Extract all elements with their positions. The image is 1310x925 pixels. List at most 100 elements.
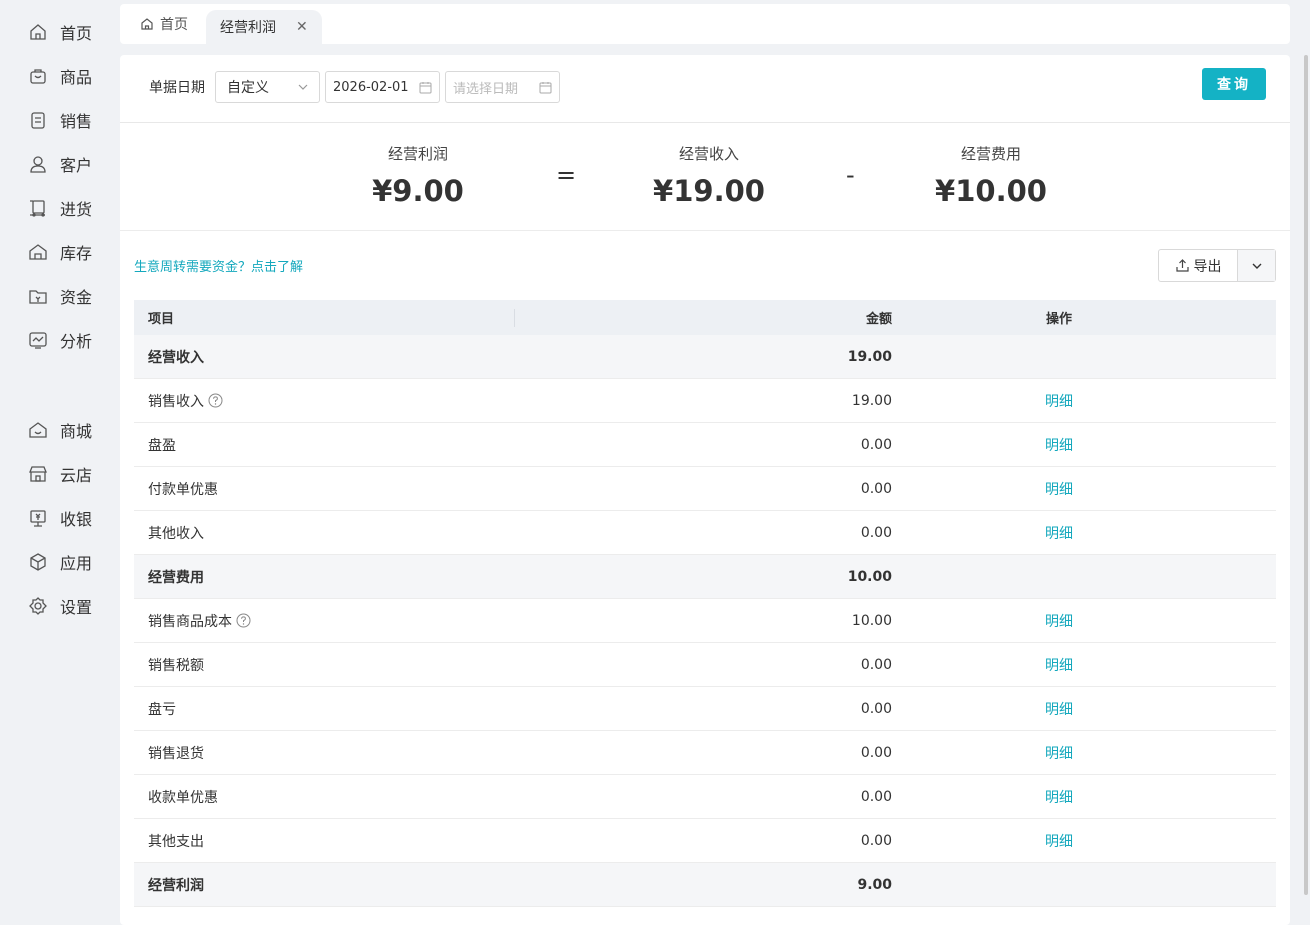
column-header-action: 操作: [1045, 312, 1072, 327]
sidebar-item-mall[interactable]: 商城: [28, 418, 92, 442]
column-header-item: 项目: [148, 312, 175, 327]
table-row: 销售商品成本 10.00 明细: [134, 599, 1276, 643]
row-amount: 10.00: [851, 612, 892, 629]
tab-bar: 首页 经营利润 ✕: [120, 4, 1290, 44]
help-icon[interactable]: [236, 613, 251, 628]
table-row: 盘盈 0.00 明细: [134, 423, 1276, 467]
financing-promo-link[interactable]: 生意周转需要资金？点击了解: [134, 256, 303, 275]
row-amount: 0.00: [860, 436, 892, 453]
row-item: 其他支出: [134, 831, 514, 851]
row-item-label: 销售商品成本: [148, 613, 232, 630]
scrollbar[interactable]: [1304, 55, 1308, 895]
sidebar-item-purchase[interactable]: 进货: [28, 196, 92, 220]
detail-link[interactable]: 明细: [1045, 614, 1073, 630]
table-row: 其他收入 0.00 明细: [134, 511, 1276, 555]
table-row: 销售税额 0.00 明细: [134, 643, 1276, 687]
close-icon[interactable]: ✕: [296, 19, 308, 35]
summary-profit: 经营利润 ¥9.00: [318, 143, 518, 208]
row-action: 明细: [892, 743, 1276, 763]
row-action: 明细: [892, 787, 1276, 807]
sidebar-item-customer[interactable]: 客户: [28, 152, 92, 176]
row-amount: 0.00: [860, 788, 892, 805]
detail-link[interactable]: 明细: [1045, 658, 1073, 674]
sidebar-item-cashier[interactable]: 收银: [28, 506, 92, 530]
chevron-down-icon: [298, 84, 308, 90]
row-amount: 0.00: [860, 480, 892, 497]
row-item-label: 销售税额: [148, 657, 204, 674]
tab-home[interactable]: 首页: [126, 8, 202, 40]
sidebar-item-cloudstore[interactable]: 云店: [28, 462, 92, 486]
clipboard-icon: [31, 112, 45, 129]
export-dropdown-toggle[interactable]: [1238, 250, 1275, 281]
row-item: 收款单优惠: [134, 787, 514, 807]
row-item-label: 经营利润: [148, 877, 204, 894]
row-item: 盘亏: [134, 699, 514, 719]
table-group-row: 经营收入 19.00: [134, 335, 1276, 379]
sidebar-item-home[interactable]: 首页: [28, 20, 92, 44]
sidebar-item-label: 收银: [60, 510, 93, 529]
sidebar-item-label: 进货: [60, 200, 93, 219]
row-item-label: 经营收入: [148, 349, 204, 366]
home-icon: [30, 24, 46, 40]
calendar-icon: [419, 82, 432, 94]
sidebar-item-funds[interactable]: 资金: [28, 284, 92, 308]
row-item: 销售收入: [134, 391, 514, 411]
detail-link[interactable]: 明细: [1045, 746, 1073, 762]
store-icon: [29, 466, 47, 482]
detail-link[interactable]: 明细: [1045, 702, 1073, 718]
sidebar-item-sales[interactable]: 销售: [28, 108, 92, 132]
profit-summary: 经营利润 ¥9.00 = 经营收入 ¥19.00 - 经营费用 ¥10.00: [120, 123, 1290, 231]
detail-link[interactable]: 明细: [1045, 834, 1073, 850]
row-amount: 0.00: [860, 744, 892, 761]
row-amount: 19.00: [851, 392, 892, 409]
sidebar-item-inventory[interactable]: 库存: [28, 240, 92, 264]
sidebar-item-settings[interactable]: 设置: [28, 594, 92, 618]
detail-link[interactable]: 明细: [1045, 394, 1073, 410]
table-row: 销售退货 0.00 明细: [134, 731, 1276, 775]
row-amount: 10.00: [847, 568, 892, 585]
row-item: 销售退货: [134, 743, 514, 763]
table-body: 经营收入 19.00 销售收入 19.00 明细 盘盈 0.00 明细 付款单优惠 0.00 明细其…: [134, 335, 1276, 907]
profit-table: 项目 金额 操作 经营收入 19.00 销售收入 19.00 明细 盘盈 0.00 明细 付款单…: [134, 300, 1276, 907]
query-button[interactable]: 查询: [1202, 68, 1266, 100]
row-item-label: 收款单优惠: [148, 789, 218, 806]
table-row: 销售收入 19.00 明细: [134, 379, 1276, 423]
end-date-input[interactable]: 请选择日期: [445, 71, 560, 103]
start-date-input[interactable]: 2026-02-01: [325, 71, 440, 103]
table-row: 其他支出 0.00 明细: [134, 819, 1276, 863]
row-action: 明细: [892, 831, 1276, 851]
sidebar-item-analysis[interactable]: 分析: [28, 328, 92, 352]
tab-operating-profit[interactable]: 经营利润 ✕: [206, 10, 322, 44]
row-item-label: 销售收入: [148, 393, 204, 410]
filter-label: 单据日期: [149, 80, 205, 96]
row-item-label: 经营费用: [148, 569, 204, 586]
row-item: 付款单优惠: [134, 479, 514, 499]
export-label: 导出: [1193, 258, 1222, 275]
summary-income-label: 经营收入: [678, 145, 739, 163]
cashier-icon: [30, 510, 46, 527]
detail-link[interactable]: 明细: [1045, 482, 1073, 498]
date-range-select[interactable]: 自定义: [215, 71, 320, 103]
sidebar-item-goods[interactable]: 商品: [28, 64, 92, 88]
equals-sign: =: [556, 161, 577, 189]
help-icon[interactable]: [208, 393, 223, 408]
detail-link[interactable]: 明细: [1045, 438, 1073, 454]
sidebar-item-label: 分析: [60, 332, 93, 351]
detail-link[interactable]: 明细: [1045, 790, 1073, 806]
summary-income-value: ¥19.00: [653, 174, 765, 208]
row-item-label: 付款单优惠: [148, 481, 218, 498]
row-amount: 0.00: [860, 524, 892, 541]
sidebar-item-apps[interactable]: 应用: [28, 550, 92, 574]
date-range-value: 自定义: [227, 80, 269, 96]
row-action: 明细: [892, 611, 1276, 631]
export-button[interactable]: 导出: [1159, 250, 1238, 281]
row-action: 明细: [892, 523, 1276, 543]
column-divider: [514, 309, 515, 327]
chevron-down-icon: [1252, 263, 1261, 269]
column-header-amount: 金额: [865, 312, 892, 327]
summary-expense-value: ¥10.00: [935, 174, 1047, 208]
end-date-placeholder: 请选择日期: [453, 81, 519, 97]
detail-link[interactable]: 明细: [1045, 526, 1073, 542]
row-amount: 19.00: [847, 348, 892, 365]
table-group-row: 经营费用 10.00: [134, 555, 1276, 599]
